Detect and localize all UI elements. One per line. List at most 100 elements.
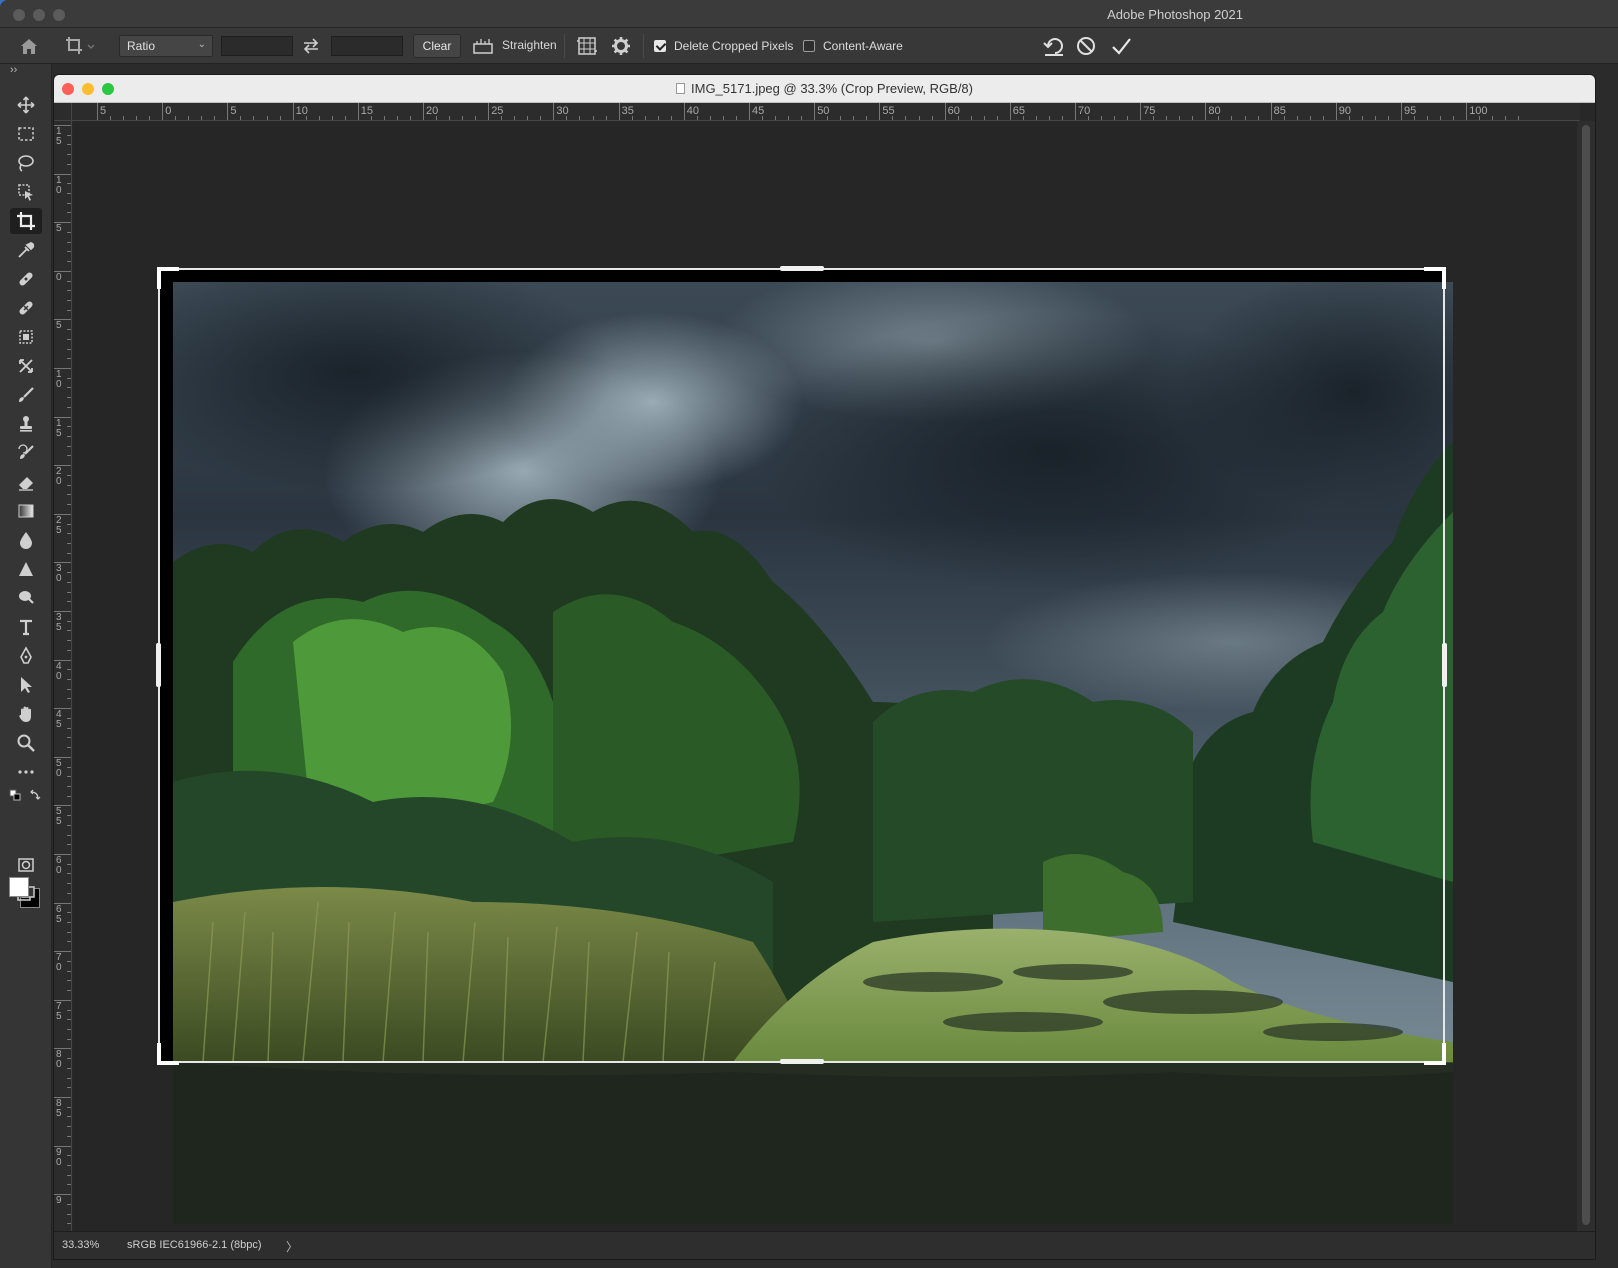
type-tool-icon[interactable] xyxy=(10,614,42,640)
history-brush-tool-icon[interactable] xyxy=(10,440,42,466)
crop-preset-icon[interactable] xyxy=(64,34,104,58)
ruler-minor-tick xyxy=(67,688,71,690)
window-zoom-button[interactable] xyxy=(53,9,65,21)
default-colors-icon[interactable] xyxy=(6,786,24,804)
crop-box[interactable] xyxy=(158,268,1445,1063)
cancel-icon[interactable] xyxy=(1075,34,1099,58)
straighten-icon[interactable] xyxy=(472,36,494,56)
ruler-minor-tick xyxy=(396,116,398,120)
content-aware-checkbox[interactable] xyxy=(803,40,815,52)
content-aware-move-tool-icon[interactable] xyxy=(10,353,42,379)
blur-tool-icon[interactable] xyxy=(10,527,42,553)
ruler-minor-tick xyxy=(67,231,71,233)
crop-handle-right[interactable] xyxy=(1442,643,1447,687)
ruler-minor-tick xyxy=(788,116,790,120)
horizontal-ruler[interactable]: 5 0 5 10 15 20 25 30 35 40 45 50 55 60 65 70 75 80 85 90 95 1… xyxy=(72,103,1580,121)
crop-tool-icon[interactable] xyxy=(10,208,42,234)
ruler-minor-tick xyxy=(344,116,346,120)
path-selection-tool-icon[interactable] xyxy=(10,672,42,698)
clear-button[interactable]: Clear xyxy=(413,34,461,58)
status-menu-arrow[interactable]: 〉 xyxy=(286,1238,298,1255)
sharpen-tool-icon[interactable] xyxy=(10,556,42,582)
crop-handle-bottom-right[interactable] xyxy=(1424,1043,1446,1065)
spot-healing-tool-icon[interactable] xyxy=(10,266,42,292)
crop-handle-left[interactable] xyxy=(156,643,161,687)
ruler-tick xyxy=(553,103,555,120)
pen-tool-icon[interactable] xyxy=(10,643,42,669)
crop-height-input[interactable] xyxy=(331,36,403,56)
ratio-select[interactable]: Ratio ⌄ xyxy=(119,35,213,57)
ruler-label: 7 5 xyxy=(56,1000,62,1022)
ruler-minor-tick xyxy=(1387,116,1389,120)
window-close-button[interactable] xyxy=(13,9,25,21)
collapse-panel-icon[interactable]: ›› xyxy=(10,64,17,76)
eyedropper-tool-icon[interactable] xyxy=(10,237,42,263)
scrollbar-thumb[interactable] xyxy=(1582,125,1590,1225)
zoom-level[interactable]: 33.33% xyxy=(62,1239,99,1251)
ruler-minor-tick xyxy=(188,116,190,120)
ruler-minor-tick xyxy=(1505,116,1507,120)
crop-handle-bottom-left[interactable] xyxy=(157,1043,179,1065)
swap-dimensions-icon[interactable] xyxy=(300,34,322,58)
crop-handle-top[interactable] xyxy=(780,266,824,271)
canvas-area[interactable] xyxy=(73,122,1579,1233)
ruler-label: 95 xyxy=(1404,105,1417,117)
ruler-label: 15 xyxy=(360,105,374,117)
app-title: Adobe Photoshop 2021 xyxy=(1107,7,1243,22)
ruler-minor-tick xyxy=(67,815,71,817)
swap-colors-icon[interactable] xyxy=(26,786,44,804)
ruler-minor-tick xyxy=(1035,116,1037,120)
object-selection-tool-icon[interactable] xyxy=(10,179,42,205)
more-tools-icon[interactable] xyxy=(10,759,42,785)
hand-tool-icon[interactable] xyxy=(10,701,42,727)
reset-icon[interactable] xyxy=(1042,34,1066,58)
window-minimize-button[interactable] xyxy=(33,9,45,21)
patch-tool-icon[interactable] xyxy=(10,324,42,350)
healing-brush-tool-icon[interactable] xyxy=(10,295,42,321)
dodge-tool-icon[interactable] xyxy=(10,585,42,611)
ruler-minor-tick xyxy=(214,116,216,120)
brush-tool-icon[interactable] xyxy=(10,382,42,408)
content-aware-label[interactable]: Content-Aware xyxy=(823,39,903,53)
foreground-color-swatch[interactable] xyxy=(9,877,29,897)
ruler-minor-tick xyxy=(931,116,933,120)
ruler-minor-tick xyxy=(1127,116,1129,120)
crop-handle-bottom[interactable] xyxy=(780,1059,824,1064)
crop-handle-top-left[interactable] xyxy=(157,267,179,289)
zoom-tool-icon[interactable] xyxy=(10,730,42,756)
ruler-minor-tick xyxy=(201,116,203,120)
ruler-tick xyxy=(423,103,424,120)
ruler-minor-tick xyxy=(67,202,71,204)
overlay-options-icon[interactable] xyxy=(576,35,598,57)
delete-cropped-pixels-label[interactable]: Delete Cropped Pixels xyxy=(674,39,793,53)
ruler-minor-tick xyxy=(67,620,71,622)
ruler-minor-tick xyxy=(67,163,71,165)
vertical-scrollbar[interactable] xyxy=(1577,121,1595,1233)
ruler-minor-tick xyxy=(67,883,71,885)
crop-width-input[interactable] xyxy=(221,36,293,56)
gradient-tool-icon[interactable] xyxy=(10,498,42,524)
ruler-minor-tick xyxy=(1322,116,1324,120)
ruler-minor-tick xyxy=(709,116,711,120)
quick-mask-icon[interactable] xyxy=(10,852,42,878)
ruler-minor-tick xyxy=(449,116,451,120)
document-title: IMG_5171.jpeg @ 33.3% (Crop Preview, RGB… xyxy=(54,81,1595,96)
ruler-minor-tick xyxy=(579,116,581,120)
ratio-select-value: Ratio xyxy=(127,39,156,53)
commit-checkmark-icon[interactable] xyxy=(1110,34,1134,58)
vertical-ruler[interactable]: 1 5 1 0 5 0 5 1 0 1 5 2 0 2 5 3 0 3 5 4 0 4 5 5 0 5 5 6… xyxy=(54,121,72,1233)
marquee-tool-icon[interactable] xyxy=(10,121,42,147)
ruler-origin[interactable] xyxy=(54,103,72,121)
eraser-tool-icon[interactable] xyxy=(10,469,42,495)
lasso-tool-icon[interactable] xyxy=(10,150,42,176)
ruler-label: 5 xyxy=(56,320,62,332)
ruler-minor-tick xyxy=(1244,116,1246,120)
straighten-label[interactable]: Straighten xyxy=(502,38,557,52)
delete-cropped-pixels-checkbox[interactable] xyxy=(654,40,666,52)
crop-handle-top-right[interactable] xyxy=(1424,267,1446,289)
document-window: IMG_5171.jpeg @ 33.3% (Crop Preview, RGB… xyxy=(53,74,1596,1260)
clone-stamp-tool-icon[interactable] xyxy=(10,411,42,437)
move-tool-icon[interactable] xyxy=(10,92,42,118)
home-icon[interactable] xyxy=(18,34,44,58)
gear-icon[interactable] xyxy=(611,35,633,57)
